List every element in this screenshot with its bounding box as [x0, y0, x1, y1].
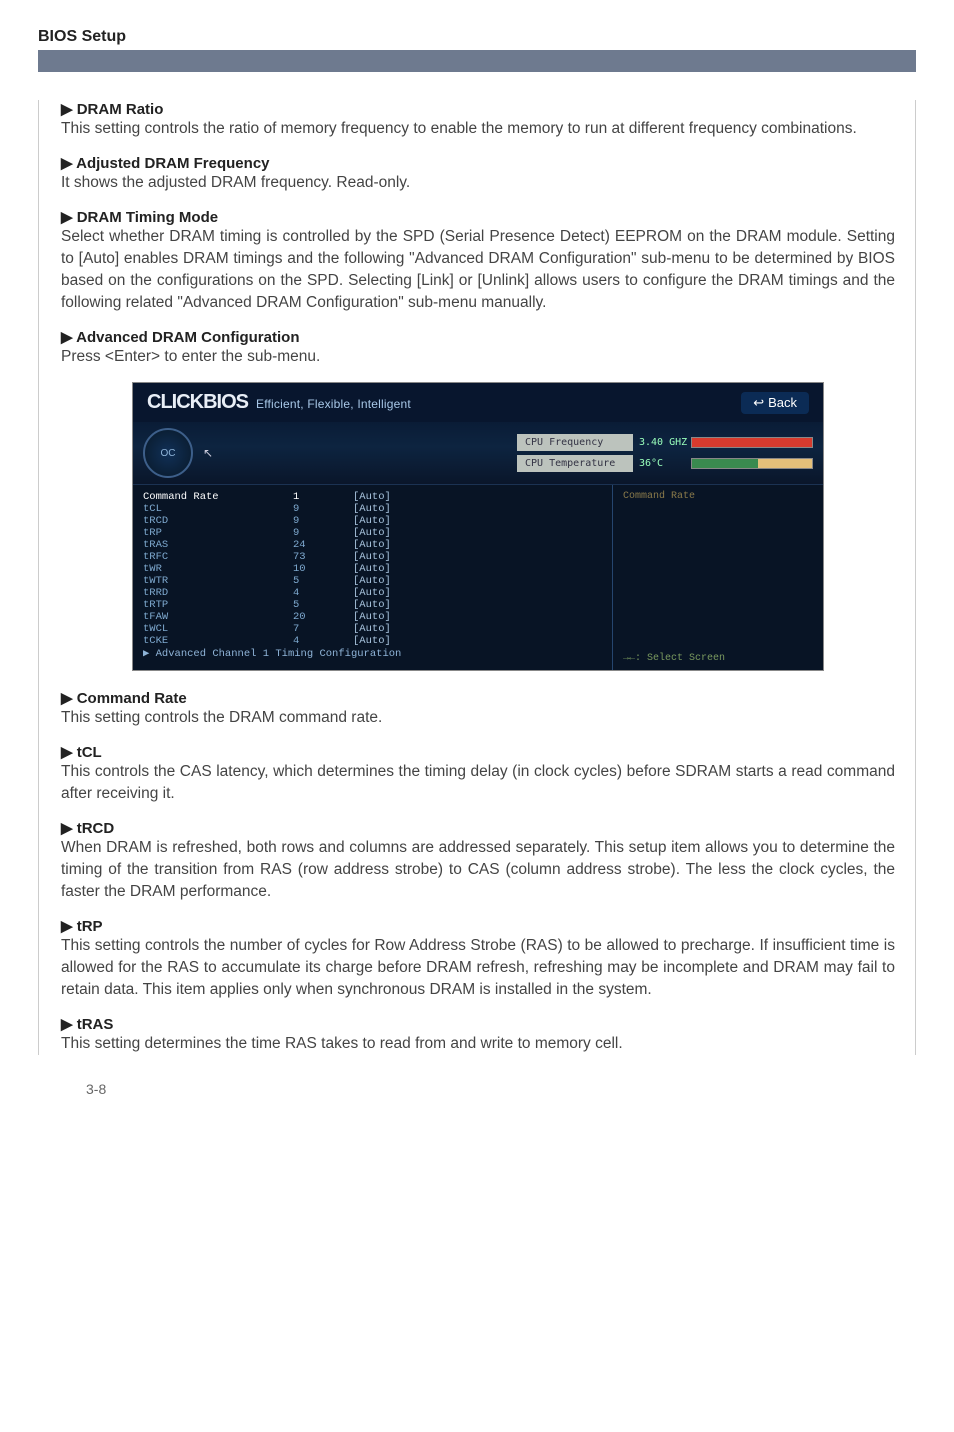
page-header: BIOS Setup [38, 28, 916, 50]
bios-row[interactable]: tCKE4[Auto] [143, 635, 602, 647]
section-adv-dram-config: ▶ Advanced DRAM Configuration [61, 328, 895, 346]
text-adv-dram-config: Press <Enter> to enter the sub-menu. [61, 346, 895, 368]
cpu-freq-bar [691, 437, 813, 448]
section-tcl: ▶ tCL [61, 743, 895, 761]
back-arrow-icon: ↩ [753, 395, 764, 411]
bios-row[interactable]: tWR10[Auto] [143, 563, 602, 575]
back-button-label: Back [768, 395, 797, 410]
section-trp: ▶ tRP [61, 917, 895, 935]
page-number: 3-8 [38, 1081, 916, 1097]
bios-row[interactable]: tRTP5[Auto] [143, 599, 602, 611]
section-dram-ratio: ▶ DRAM Ratio [61, 100, 895, 118]
bios-help-label: Command Rate [623, 491, 813, 502]
section-trcd: ▶ tRCD [61, 819, 895, 837]
bios-screenshot: CLICKBIOS Efficient, Flexible, Intellige… [132, 382, 824, 671]
header-divider [38, 50, 916, 72]
bios-row[interactable]: tRCD9[Auto] [143, 515, 602, 527]
section-command-rate: ▶ Command Rate [61, 689, 895, 707]
text-command-rate: This setting controls the DRAM command r… [61, 707, 895, 729]
bios-tagline: Efficient, Flexible, Intelligent [256, 397, 411, 411]
bios-settings-list: Command Rate1[Auto]tCL9[Auto]tRCD9[Auto]… [133, 485, 612, 670]
bios-row[interactable]: tFAW20[Auto] [143, 611, 602, 623]
cursor-icon: ↖ [203, 446, 213, 460]
bios-row[interactable]: tWTR5[Auto] [143, 575, 602, 587]
text-trcd: When DRAM is refreshed, both rows and co… [61, 837, 895, 903]
cpu-temp-value: 36°C [639, 458, 691, 469]
section-tras: ▶ tRAS [61, 1015, 895, 1033]
cpu-temp-bar [691, 458, 813, 469]
cpu-freq-label: CPU Frequency [517, 434, 633, 451]
oc-dial[interactable]: OC [143, 428, 193, 478]
text-adjusted-dram-freq: It shows the adjusted DRAM frequency. Re… [61, 172, 895, 194]
text-dram-timing-mode: Select whether DRAM timing is controlled… [61, 226, 895, 314]
bios-row[interactable]: tRAS24[Auto] [143, 539, 602, 551]
section-adjusted-dram-freq: ▶ Adjusted DRAM Frequency [61, 154, 895, 172]
bios-row[interactable]: tRP9[Auto] [143, 527, 602, 539]
cpu-temp-label: CPU Temperature [517, 455, 633, 472]
text-tras: This setting determines the time RAS tak… [61, 1033, 895, 1055]
text-dram-ratio: This setting controls the ratio of memor… [61, 118, 895, 140]
bios-logo: CLICKBIOS [147, 391, 248, 414]
back-button[interactable]: ↩ Back [741, 392, 809, 414]
bios-row[interactable]: Command Rate1[Auto] [143, 491, 602, 503]
section-dram-timing-mode: ▶ DRAM Timing Mode [61, 208, 895, 226]
bios-nav-hint: →←: Select Screen [623, 653, 813, 664]
bios-advanced-channel-row[interactable]: ▶ Advanced Channel 1 Timing Configuratio… [143, 647, 602, 660]
bios-row[interactable]: tWCL7[Auto] [143, 623, 602, 635]
cpu-freq-value: 3.40 GHZ [639, 437, 691, 448]
text-tcl: This controls the CAS latency, which det… [61, 761, 895, 805]
bios-row[interactable]: tRRD4[Auto] [143, 587, 602, 599]
bios-row[interactable]: tCL9[Auto] [143, 503, 602, 515]
bios-row[interactable]: tRFC73[Auto] [143, 551, 602, 563]
text-trp: This setting controls the number of cycl… [61, 935, 895, 1001]
